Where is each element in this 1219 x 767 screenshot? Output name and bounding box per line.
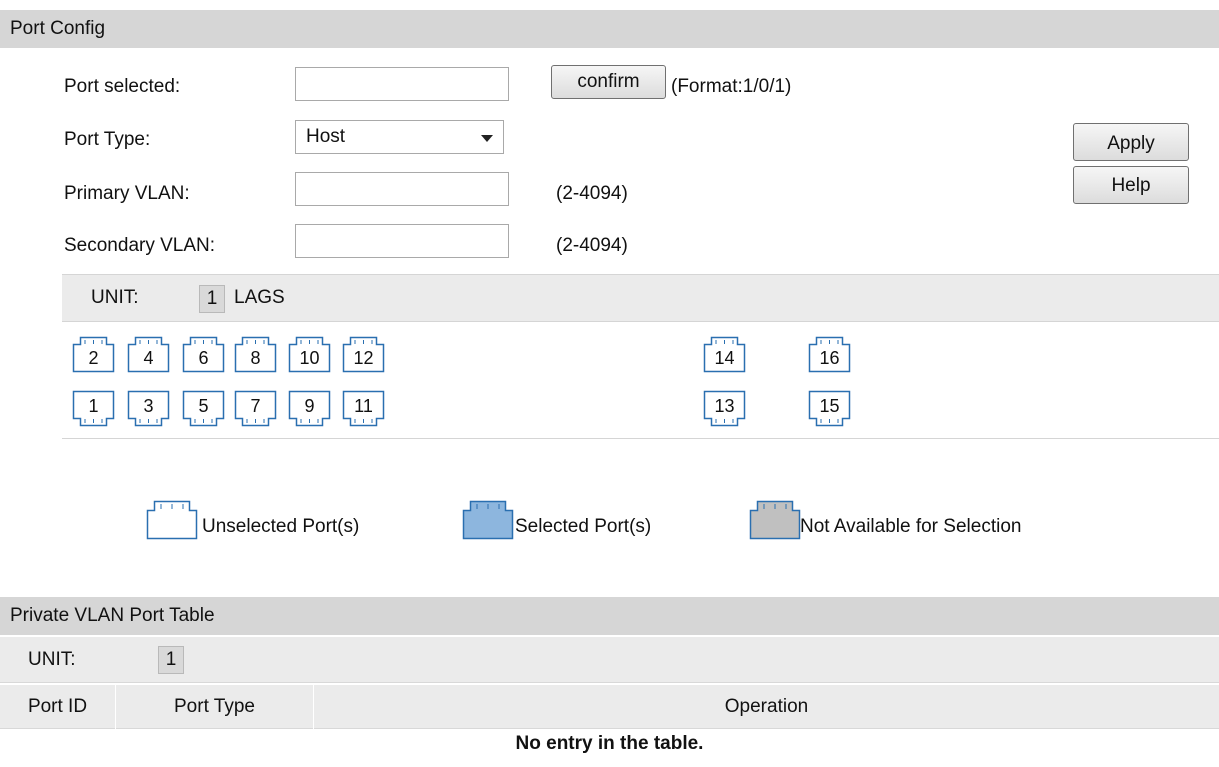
pvlan-table-title: Private VLAN Port Table — [10, 605, 215, 626]
port-selected-label: Port selected: — [64, 76, 181, 97]
port-type-select[interactable]: Host — [295, 120, 504, 154]
pvlan-unit-1-button[interactable]: 1 — [158, 646, 184, 674]
primary-vlan-range: (2-4094) — [556, 183, 628, 204]
primary-vlan-label: Primary VLAN: — [64, 183, 190, 204]
column-port-type: Port Type — [174, 696, 255, 717]
port-8[interactable]: 8 — [234, 336, 277, 373]
port-13[interactable]: 13 — [703, 390, 746, 427]
port-config-header: Port Config — [0, 10, 1219, 48]
port-2[interactable]: 2 — [72, 336, 115, 373]
port-4[interactable]: 4 — [127, 336, 170, 373]
unit-selector-bar: UNIT: 1 LAGS — [62, 274, 1219, 322]
secondary-vlan-range: (2-4094) — [556, 235, 628, 256]
port-6[interactable]: 6 — [182, 336, 225, 373]
secondary-vlan-label: Secondary VLAN: — [64, 235, 216, 256]
table-empty-message: No entry in the table. — [515, 733, 704, 754]
port-10[interactable]: 10 — [288, 336, 331, 373]
pvlan-unit-bar: UNIT: 1 — [0, 637, 1219, 683]
pvlan-table-header: Private VLAN Port Table — [0, 597, 1219, 635]
format-hint: (Format:1/0/1) — [671, 76, 792, 97]
apply-button[interactable]: Apply — [1073, 123, 1189, 161]
port-9[interactable]: 9 — [288, 390, 331, 427]
port-3[interactable]: 3 — [127, 390, 170, 427]
lags-tab[interactable]: LAGS — [234, 287, 285, 309]
help-button[interactable]: Help — [1073, 166, 1189, 204]
not-available-port-icon — [749, 500, 801, 540]
selected-port-icon — [462, 500, 514, 540]
port-panel: 2 4 6 8 10 12 14 16 1 3 5 7 9 11 13 15 — [62, 322, 1219, 439]
chevron-down-icon — [481, 135, 493, 142]
legend-unselected-label: Unselected Port(s) — [202, 516, 360, 537]
primary-vlan-input[interactable] — [295, 172, 509, 206]
unit-1-button[interactable]: 1 — [199, 285, 225, 313]
port-type-value: Host — [306, 126, 346, 147]
unit-label: UNIT: — [91, 287, 139, 308]
column-port-id: Port ID — [27, 696, 88, 717]
legend-not-available-label: Not Available for Selection — [800, 516, 1022, 537]
pvlan-table-columns: Port ID Port Type Operation — [0, 685, 1219, 729]
unselected-port-icon — [146, 500, 198, 540]
port-config-title: Port Config — [10, 18, 106, 39]
secondary-vlan-input[interactable] — [295, 224, 509, 258]
column-operation: Operation — [724, 696, 809, 717]
port-type-label: Port Type: — [64, 129, 151, 150]
port-14[interactable]: 14 — [703, 336, 746, 373]
pvlan-unit-label: UNIT: — [28, 649, 76, 670]
port-12[interactable]: 12 — [342, 336, 385, 373]
port-15[interactable]: 15 — [808, 390, 851, 427]
confirm-button[interactable]: confirm — [551, 65, 666, 99]
port-11[interactable]: 11 — [342, 390, 385, 427]
legend-selected-label: Selected Port(s) — [515, 516, 652, 537]
port-5[interactable]: 5 — [182, 390, 225, 427]
port-7[interactable]: 7 — [234, 390, 277, 427]
port-16[interactable]: 16 — [808, 336, 851, 373]
port-1[interactable]: 1 — [72, 390, 115, 427]
port-selected-input[interactable] — [295, 67, 509, 101]
